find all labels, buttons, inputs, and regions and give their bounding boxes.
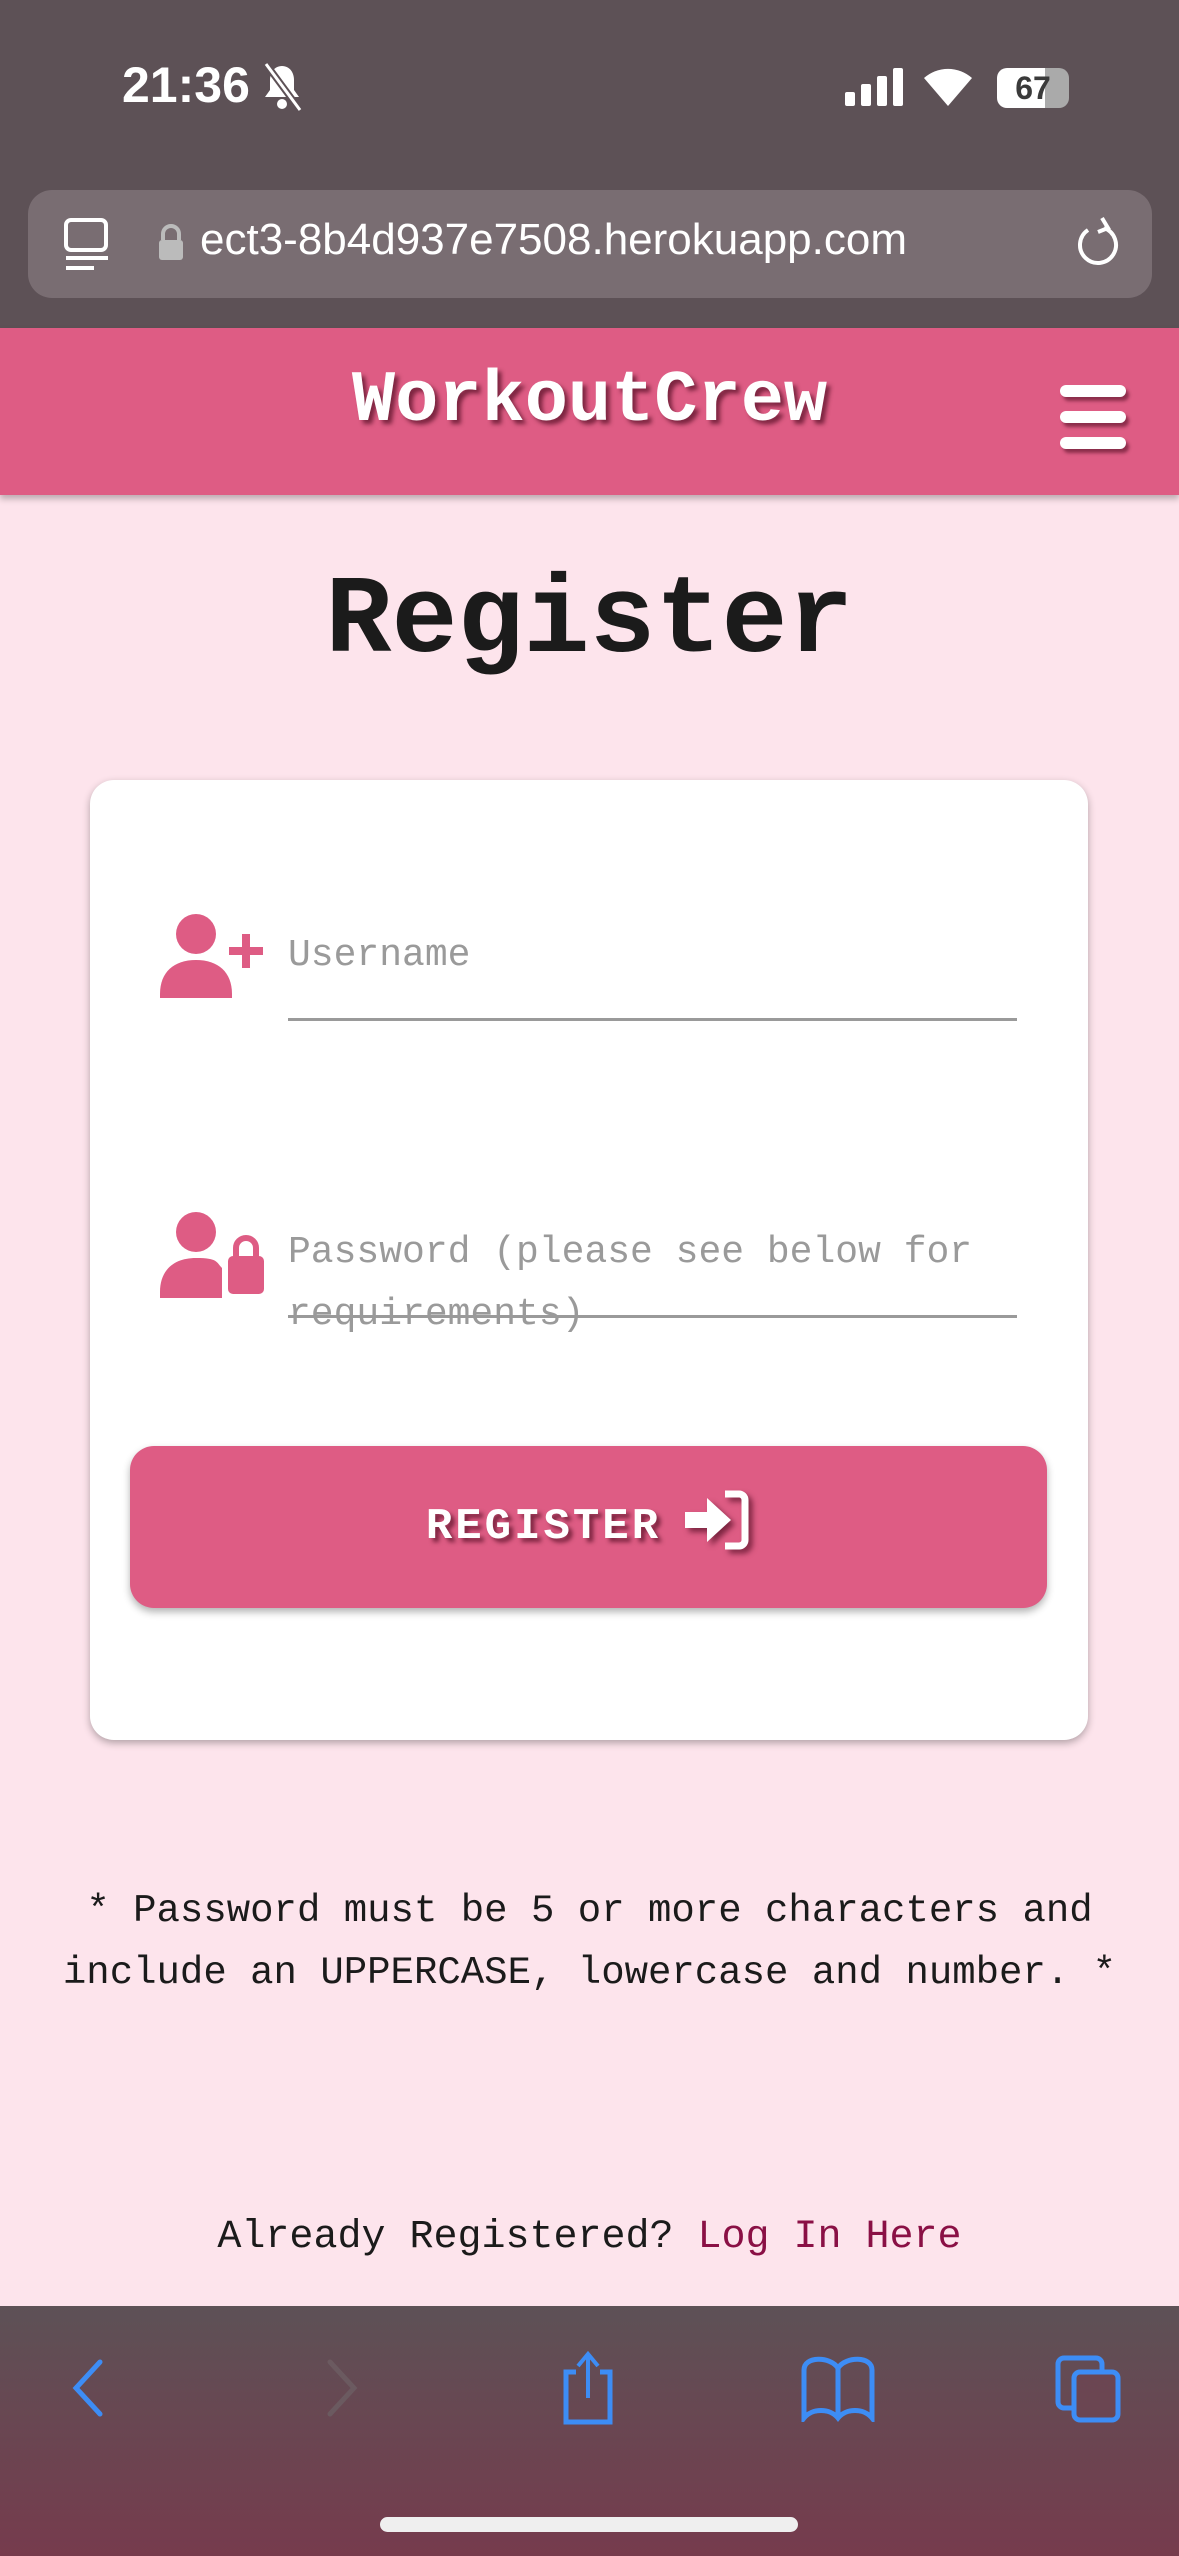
password-input[interactable]: Password (please see below for requireme…	[288, 1222, 1017, 1346]
status-time: 21:36	[122, 57, 250, 113]
username-placeholder: Username	[288, 934, 471, 977]
password-placeholder: Password (please see below for requireme…	[288, 1231, 973, 1336]
username-input[interactable]: Username	[288, 925, 1017, 987]
brand-logo[interactable]: WorkoutCrew	[0, 360, 1179, 442]
login-link[interactable]: Log In Here	[698, 2215, 962, 2260]
silent-bell-icon	[262, 61, 303, 125]
share-icon[interactable]	[558, 2350, 618, 2431]
back-icon[interactable]	[68, 2358, 108, 2423]
battery-indicator: 67	[997, 68, 1069, 108]
wifi-icon	[920, 58, 976, 113]
page-menu-icon[interactable]	[64, 218, 110, 277]
sign-in-icon	[681, 1490, 751, 1564]
reload-icon[interactable]	[1074, 214, 1122, 279]
password-underline	[288, 1315, 1017, 1318]
login-prompt: Already Registered? Log In Here	[0, 2215, 1179, 2260]
user-lock-icon	[160, 1210, 270, 1305]
signal-icon	[845, 68, 903, 106]
user-plus-icon	[160, 912, 270, 1007]
hamburger-menu-icon[interactable]	[1060, 385, 1126, 463]
bookmarks-icon[interactable]	[800, 2356, 876, 2427]
username-underline	[288, 1018, 1017, 1021]
forward-icon[interactable]	[322, 2358, 362, 2423]
lock-icon	[157, 222, 185, 267]
url-text[interactable]: ect3-8b4d937e7508.herokuapp.com	[200, 215, 907, 265]
password-requirements-note: * Password must be 5 or more characters …	[62, 1889, 1117, 1995]
register-label: REGISTER	[425, 1502, 662, 1552]
login-prompt-text: Already Registered?	[217, 2215, 674, 2260]
register-button[interactable]: REGISTER	[130, 1446, 1047, 1608]
page-title: Register	[325, 560, 854, 685]
tabs-icon[interactable]	[1054, 2354, 1124, 2429]
home-indicator[interactable]	[380, 2517, 798, 2532]
